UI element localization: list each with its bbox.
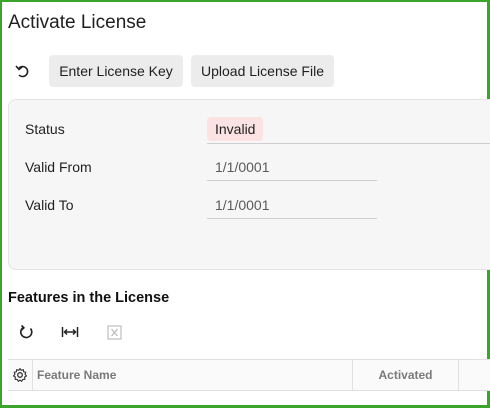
column-header-feature-name[interactable]: Feature Name: [37, 360, 352, 390]
column-divider: [32, 360, 33, 390]
valid-from-field: 1/1/0001: [207, 153, 377, 181]
valid-to-field: 1/1/0001: [207, 191, 377, 219]
export-excel-icon: [106, 324, 122, 340]
valid-to-label: Valid To: [25, 197, 74, 213]
license-info-panel: Status Invalid Valid From 1/1/0001 Valid…: [8, 99, 490, 270]
fit-columns-icon: [61, 327, 79, 337]
page-title: Activate License: [8, 12, 147, 33]
gear-icon: [12, 367, 28, 382]
features-title: Features in the License: [8, 290, 170, 306]
refresh-icon: [19, 324, 33, 338]
features-grid-header: Feature Name Activated: [8, 359, 490, 391]
valid-from-label: Valid From: [25, 159, 92, 175]
undo-icon: [15, 65, 29, 78]
export-excel-button[interactable]: [100, 318, 128, 346]
status-field: Invalid: [207, 115, 490, 144]
upload-license-file-button[interactable]: Upload License File: [191, 55, 334, 87]
column-settings-button[interactable]: [8, 360, 32, 390]
undo-button[interactable]: [8, 55, 38, 87]
status-label: Status: [25, 121, 65, 137]
fit-columns-button[interactable]: [56, 318, 84, 346]
column-header-activated[interactable]: Activated: [353, 360, 458, 390]
status-badge: Invalid: [207, 117, 264, 141]
refresh-button[interactable]: [12, 318, 40, 346]
column-divider: [458, 360, 459, 390]
enter-license-key-button[interactable]: Enter License Key: [49, 55, 183, 87]
